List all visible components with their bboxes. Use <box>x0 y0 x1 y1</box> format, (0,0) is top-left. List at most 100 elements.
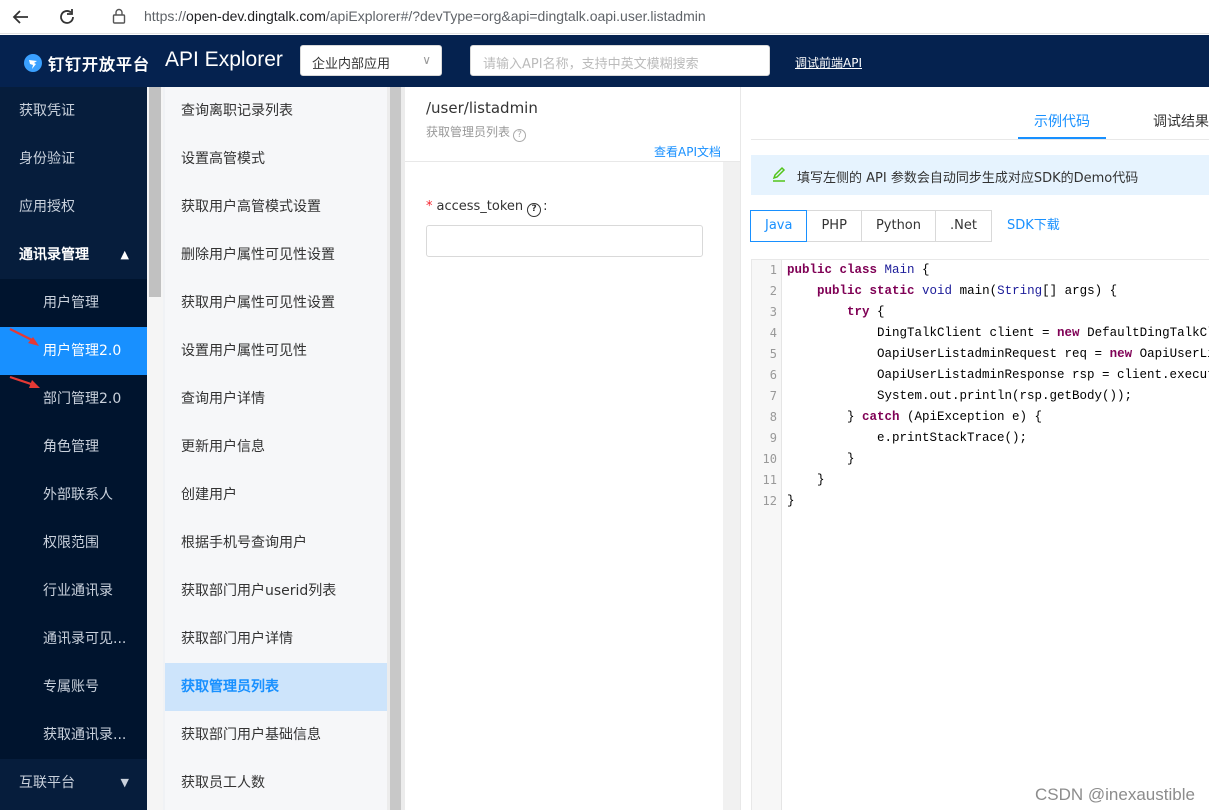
api-list-item[interactable]: 设置用户属性可见性 <box>165 327 387 375</box>
lock-icon[interactable] <box>112 8 128 24</box>
sidebar-item-department-management-2[interactable]: 部门管理2.0 <box>0 375 147 423</box>
api-description: 获取管理员列表? <box>426 123 527 142</box>
required-marker: * <box>426 199 433 214</box>
api-list-item[interactable]: 获取部门用户详情 <box>165 615 387 663</box>
sidebar-item-label: 权限范围 <box>43 535 99 551</box>
line-number: 6 <box>769 368 777 382</box>
code-line: DingTalkClient client = new DefaultDingT… <box>787 326 1209 340</box>
tab-debug-result[interactable]: 调试结果 <box>1153 111 1209 131</box>
param-name: access_token <box>436 199 524 214</box>
access-token-label: * access_token?: <box>426 199 548 217</box>
api-list-item[interactable]: 删除用户属性可见性设置 <box>165 231 387 279</box>
sidebar-group-interconnect-platform[interactable]: 互联平台 ▼ <box>0 759 147 807</box>
api-list-item[interactable]: 获取部门用户userid列表 <box>165 567 387 615</box>
sidebar-group-contacts[interactable]: 通讯录管理 ▲ <box>0 231 147 279</box>
line-number: 5 <box>769 347 777 361</box>
api-list-item[interactable]: 获取员工人数 <box>165 759 387 807</box>
code-editor[interactable]: 1 2 3 4 5 6 7 8 9 10 11 12 public class … <box>751 259 1209 810</box>
line-number: 4 <box>769 326 777 340</box>
line-number: 3 <box>769 305 777 319</box>
app-type-select[interactable]: 企业内部应用 ∨ <box>300 45 442 76</box>
red-arrow-annotation-icon <box>9 328 39 346</box>
api-search-input[interactable]: 请输入API名称，支持中英文模糊搜索 <box>470 45 770 76</box>
sidebar-item-auth[interactable]: 身份验证 <box>0 135 147 183</box>
sidebar-item-user-management[interactable]: 用户管理 <box>0 279 147 327</box>
browser-toolbar: https://open-dev.dingtalk.com/apiExplore… <box>0 0 1209 34</box>
tab-sample-code[interactable]: 示例代码 <box>1034 111 1090 131</box>
line-number: 2 <box>769 284 777 298</box>
debug-frontend-api-link[interactable]: 调试前端API <box>795 54 862 71</box>
code-lines: public class Main { public static void m… <box>787 260 1209 512</box>
line-number: 7 <box>769 389 777 403</box>
line-number: 12 <box>762 494 777 508</box>
sidebar-item-label: 外部联系人 <box>43 487 113 503</box>
sidebar-item-credentials[interactable]: 获取凭证 <box>0 87 147 135</box>
sidebar-item-label: 获取通讯录... <box>43 727 127 743</box>
api-list-item[interactable]: 更新用户信息 <box>165 423 387 471</box>
sidebar-item-label: 行业通讯录 <box>43 583 113 599</box>
line-number: 1 <box>769 263 777 277</box>
scrollbar-thumb[interactable] <box>149 87 161 297</box>
api-list-item[interactable]: 获取用户高管模式设置 <box>165 183 387 231</box>
sidebar-item-permission-scope[interactable]: 权限范围 <box>0 519 147 567</box>
divider <box>405 161 741 162</box>
lang-tab-java[interactable]: Java <box>750 210 808 242</box>
app-type-value: 企业内部应用 <box>312 57 391 72</box>
sidebar-scrollbar[interactable] <box>147 87 163 810</box>
address-bar[interactable]: https://open-dev.dingtalk.com/apiExplore… <box>100 2 1209 32</box>
sidebar-item-role-management[interactable]: 角色管理 <box>0 423 147 471</box>
dingtalk-logo[interactable]: 钉钉开放平台 <box>24 51 150 75</box>
reload-icon[interactable] <box>54 4 80 30</box>
params-panel: /user/listadmin 获取管理员列表? 查看API文档 * access… <box>405 87 741 810</box>
question-icon[interactable]: ? <box>527 203 542 217</box>
api-list-item-selected[interactable]: 获取管理员列表 <box>165 663 387 711</box>
access-token-input[interactable] <box>426 225 703 257</box>
sidebar-item-get-contacts[interactable]: 获取通讯录... <box>0 711 147 759</box>
sidebar-item-industry-contacts[interactable]: 行业通讯录 <box>0 567 147 615</box>
code-line: e.printStackTrace(); <box>787 431 1028 445</box>
code-line: System.out.println(rsp.getBody()); <box>787 389 1133 403</box>
sidebar-item-external-contacts[interactable]: 外部联系人 <box>0 471 147 519</box>
api-list-item[interactable]: 创建用户 <box>165 471 387 519</box>
api-list-item[interactable]: 获取用户属性可见性设置 <box>165 279 387 327</box>
line-number: 9 <box>769 431 777 445</box>
view-api-doc-link[interactable]: 查看API文档 <box>654 143 721 160</box>
line-number: 10 <box>762 452 777 466</box>
sidebar-item-user-management-2[interactable]: 用户管理2.0 <box>0 327 147 375</box>
line-number-gutter: 1 2 3 4 5 6 7 8 9 10 11 12 <box>752 260 782 810</box>
sidebar-item-label: 用户管理2.0 <box>43 343 122 359</box>
api-list-item[interactable]: 根据手机号查询用户 <box>165 519 387 567</box>
lang-tab-php[interactable]: PHP <box>806 210 862 242</box>
api-list-item[interactable]: 设置高管模式 <box>165 135 387 183</box>
app-header: 钉钉开放平台 API Explorer 企业内部应用 ∨ 请输入API名称，支持… <box>0 35 1209 87</box>
scrollbar-thumb[interactable] <box>390 87 401 810</box>
code-panel: 示例代码 调试结果 填写左侧的 API 参数会自动同步生成对应SDK的Demo代… <box>741 87 1209 810</box>
params-scrollbar[interactable] <box>723 162 740 810</box>
api-list: 查询离职记录列表 设置高管模式 获取用户高管模式设置 删除用户属性可见性设置 获… <box>165 87 387 810</box>
url-text[interactable]: https://open-dev.dingtalk.com/apiExplore… <box>144 8 706 24</box>
sidebar-item-label: 用户管理 <box>43 295 99 311</box>
line-number: 8 <box>769 410 777 424</box>
api-list-scrollbar[interactable] <box>387 87 405 810</box>
logo-text: 钉钉开放平台 <box>48 55 151 74</box>
help-icon[interactable]: ? <box>513 129 527 142</box>
sdk-tip-banner: 填写左侧的 API 参数会自动同步生成对应SDK的Demo代码 <box>751 155 1209 195</box>
sidebar-item-label: 身份验证 <box>19 151 75 167</box>
lang-tab-dotnet[interactable]: .Net <box>935 210 992 242</box>
lang-tab-python[interactable]: Python <box>860 210 936 242</box>
api-list-item[interactable]: 获取部门用户基础信息 <box>165 711 387 759</box>
sdk-download-link[interactable]: SDK下载 <box>1007 210 1060 242</box>
sidebar-item-label: 通讯录可见... <box>43 631 127 647</box>
sidebar-item-label: 应用授权 <box>19 199 75 215</box>
sidebar-item-label: 获取凭证 <box>19 103 75 119</box>
sdk-tip-text: 填写左侧的 API 参数会自动同步生成对应SDK的Demo代码 <box>797 171 1139 186</box>
url-host: open-dev.dingtalk.com <box>186 8 326 24</box>
edit-pencil-icon <box>772 166 786 182</box>
sidebar-item-app-authorization[interactable]: 应用授权 <box>0 183 147 231</box>
api-list-item[interactable]: 查询用户详情 <box>165 375 387 423</box>
back-icon[interactable] <box>8 4 34 30</box>
sidebar-item-contacts-visibility[interactable]: 通讯录可见... <box>0 615 147 663</box>
sidebar-nav: 获取凭证 身份验证 应用授权 通讯录管理 ▲ 用户管理 用户管理2.0 部门管理2… <box>0 87 147 810</box>
api-list-item[interactable]: 查询离职记录列表 <box>165 87 387 135</box>
sidebar-item-dedicated-account[interactable]: 专属账号 <box>0 663 147 711</box>
